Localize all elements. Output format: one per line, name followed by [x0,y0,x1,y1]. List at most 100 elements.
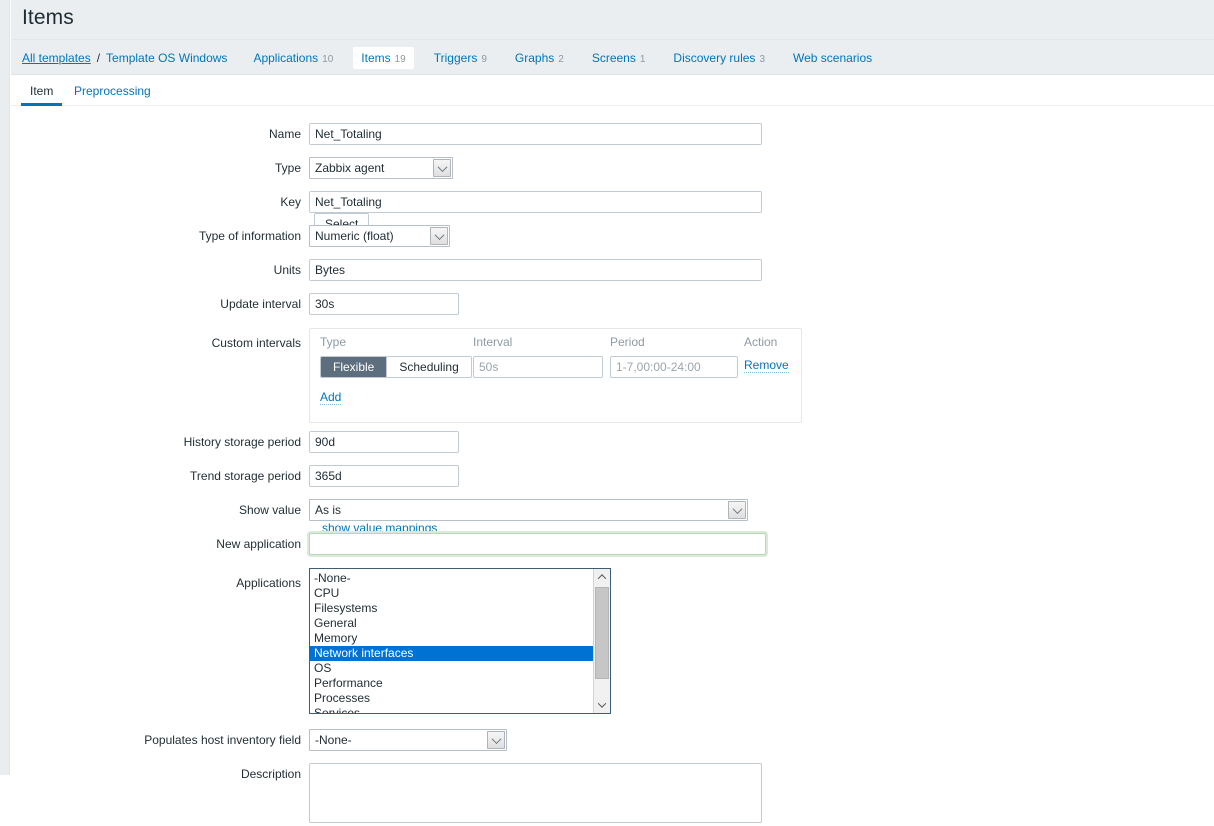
object-tab-triggers-count: 9 [481,54,487,65]
applications-listbox[interactable]: -None- CPU Filesystems General Memory Network… [309,568,611,714]
description-textarea[interactable] [309,763,762,823]
name-input[interactable] [309,123,762,145]
type-select[interactable]: Zabbix agent [309,157,453,179]
object-tab-discovery-rules[interactable]: Discovery rules 3 [665,47,773,69]
chevron-down-icon [433,159,451,177]
label-name: Name [268,127,301,141]
object-tab-items-count: 19 [394,54,406,65]
label-units: Units [273,263,301,277]
object-tab-screens-count: 1 [639,54,646,65]
update-interval-input[interactable] [309,293,459,315]
custom-interval-input[interactable] [473,356,603,378]
object-tab-applications-label: Applications [253,51,319,65]
history-storage-period-input[interactable] [309,431,459,453]
object-tab-graphs-count: 2 [558,54,564,65]
breadcrumb-separator: / [96,51,101,65]
tab-preprocessing[interactable]: Preprocessing [65,76,160,106]
type-of-information-value: Numeric (float) [315,229,394,243]
field-description [309,763,762,826]
application-option[interactable]: OS [310,661,593,676]
trend-storage-period-input[interactable] [309,465,459,487]
label-type-of-information: Type of information [198,229,301,243]
field-new-application [309,533,766,555]
field-show-value: As is show value mappings [309,499,748,535]
application-option[interactable]: Memory [310,631,593,646]
column-header-type: Type [320,335,347,349]
toggle-scheduling[interactable]: Scheduling [386,357,471,377]
type-select-value: Zabbix agent [315,161,385,175]
object-tab-applications-count: 10 [322,54,334,65]
interval-type-toggle: Flexible Scheduling [320,356,472,378]
object-tab-discovery-rules-label: Discovery rules [673,51,756,65]
applications-options: -None- CPU Filesystems General Memory Network… [310,569,593,713]
object-tab-screens-label: Screens [591,51,636,65]
column-header-period: Period [610,335,645,349]
key-input[interactable] [309,191,762,213]
populates-host-inventory-field-select[interactable]: -None- [309,729,507,751]
field-history-storage-period [309,431,459,453]
scroll-up-icon[interactable] [594,569,610,585]
application-option[interactable]: Performance [310,676,593,691]
field-trend-storage-period [309,465,459,487]
chevron-down-icon [728,501,746,519]
column-header-action: Action [744,335,778,349]
breadcrumb: All templates / Template OS Windows Appl… [22,40,880,76]
label-custom-intervals: Custom intervals [211,336,301,350]
application-option[interactable]: Network interfaces [310,646,593,661]
field-type: Zabbix agent [309,157,453,181]
application-option[interactable]: Processes [310,691,593,706]
object-tab-items[interactable]: Items 19 [353,47,414,69]
object-tab-triggers[interactable]: Triggers 9 [426,47,495,69]
application-option[interactable]: Services [310,706,593,713]
field-type-of-information: Numeric (float) [309,225,450,249]
field-name [309,123,762,145]
show-value-select[interactable]: As is [309,499,748,521]
units-input[interactable] [309,259,762,281]
page-left-gutter [0,0,10,775]
application-option[interactable]: CPU [310,586,593,601]
application-option[interactable]: -None- [310,571,593,586]
field-populates-host-inventory-field: -None- [309,729,507,753]
form-tab-bar: Item Preprocessing [11,76,1214,106]
label-trend-storage-period: Trend storage period [190,469,301,483]
scrollbar-thumb[interactable] [595,587,609,679]
object-tab-graphs-label: Graphs [514,51,555,65]
label-type: Type [274,161,301,175]
custom-period-input[interactable] [610,356,738,378]
populates-host-inventory-field-value: -None- [315,733,352,747]
field-update-interval [309,293,459,315]
label-update-interval: Update interval [220,297,301,311]
page-title: Items [22,6,74,29]
object-tab-web-scenarios-label: Web scenarios [793,51,873,65]
show-value-select-value: As is [315,503,342,517]
new-application-input[interactable] [309,533,766,555]
label-show-value: Show value [238,503,301,517]
label-populates-host-inventory-field: Populates host inventory field [144,733,301,747]
scroll-down-icon[interactable] [594,697,610,713]
object-tab-web-scenarios[interactable]: Web scenarios [785,47,880,69]
remove-interval-link[interactable]: Remove [744,358,789,373]
custom-intervals-table: Type Interval Period Action Flexible Sch… [309,328,802,423]
chevron-down-icon [430,227,448,245]
type-of-information-select[interactable]: Numeric (float) [309,225,450,247]
label-key: Key [280,195,301,209]
toggle-flexible[interactable]: Flexible [321,357,387,377]
item-form: Name Type Zabbix agent Key Select [11,106,1214,823]
field-units [309,259,762,281]
object-tab-discovery-rules-count: 3 [759,54,765,65]
tab-item[interactable]: Item [21,76,63,106]
object-tab-applications[interactable]: Applications 10 [245,47,341,69]
breadcrumb-template-name[interactable]: Template OS Windows [106,51,227,65]
chevron-down-icon [487,731,505,749]
object-tab-screens[interactable]: Screens 1 [584,47,654,69]
object-tab-triggers-label: Triggers [433,51,478,65]
page-header: Items [11,0,1214,39]
object-tab-graphs[interactable]: Graphs 2 [507,47,572,69]
items-page: Items All templates / Template OS Window… [0,0,1214,823]
add-interval-link[interactable]: Add [320,390,342,405]
application-option[interactable]: Filesystems [310,601,593,616]
applications-scrollbar[interactable] [593,569,610,713]
breadcrumb-bar: All templates / Template OS Windows Appl… [11,39,1214,75]
application-option[interactable]: General [310,616,593,631]
breadcrumb-all-templates[interactable]: All templates [22,51,91,65]
